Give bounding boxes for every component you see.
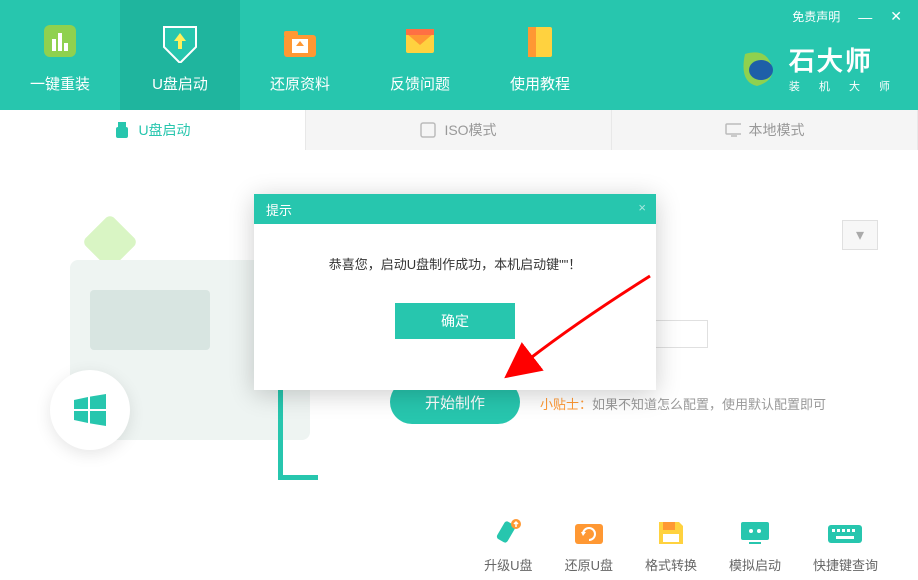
nav-usb-boot[interactable]: U盘启动 bbox=[120, 0, 240, 110]
footer-format-convert[interactable]: 格式转换 bbox=[645, 517, 697, 574]
modal-dialog: 提示 × 恭喜您，启动U盘制作成功，本机启动键""！ 确定 bbox=[254, 194, 656, 390]
modal-close-button[interactable]: × bbox=[638, 200, 646, 215]
tab-usb-boot[interactable]: U盘启动 bbox=[0, 110, 306, 150]
minimize-button[interactable]: — bbox=[858, 9, 872, 25]
book-icon bbox=[516, 17, 564, 65]
keyboard-icon bbox=[826, 517, 864, 549]
modal-message: 恭喜您，启动U盘制作成功，本机启动键""！ bbox=[274, 254, 636, 273]
window-controls: 免责声明 — ✕ bbox=[776, 0, 918, 33]
brand-text: 石大师 装 机 大 师 bbox=[789, 41, 898, 94]
input-field[interactable] bbox=[648, 320, 708, 348]
tabs: U盘启动 ISO模式 本地模式 bbox=[0, 110, 918, 150]
windows-badge bbox=[50, 370, 130, 450]
save-icon bbox=[652, 517, 690, 549]
tip-label: 小贴士： bbox=[540, 397, 592, 412]
dropdown-chevron-icon[interactable]: ▾ bbox=[842, 220, 878, 250]
disclaimer-link[interactable]: 免责声明 bbox=[792, 8, 840, 25]
tab-label: U盘启动 bbox=[138, 120, 190, 140]
modal-ok-label: 确定 bbox=[441, 311, 469, 331]
modal-body: 恭喜您，启动U盘制作成功，本机启动键""！ 确定 bbox=[254, 224, 656, 369]
tab-local-mode[interactable]: 本地模式 bbox=[612, 110, 918, 150]
nav-label: U盘启动 bbox=[152, 73, 208, 94]
tab-iso-mode[interactable]: ISO模式 bbox=[306, 110, 612, 150]
footer-simulate-boot[interactable]: 模拟启动 bbox=[729, 517, 781, 574]
footer-label: 升级U盘 bbox=[484, 555, 532, 574]
tab-label: ISO模式 bbox=[444, 120, 496, 140]
nav-label: 使用教程 bbox=[510, 73, 570, 94]
footer-upgrade-usb[interactable]: 升级U盘 bbox=[484, 517, 532, 574]
iso-icon bbox=[420, 122, 436, 138]
tip-text: 如果不知道怎么配置，使用默认配置即可 bbox=[592, 397, 826, 412]
usb-icon bbox=[114, 122, 130, 138]
usb-upgrade-icon bbox=[489, 517, 527, 549]
shield-usb-icon bbox=[156, 17, 204, 65]
close-button[interactable]: ✕ bbox=[890, 8, 902, 25]
footer: 升级U盘 还原U盘 格式转换 模拟启动 快捷键查询 bbox=[0, 510, 918, 580]
header: 一键重装 U盘启动 还原资料 反馈问题 使用教程 bbox=[0, 0, 918, 110]
nav-reinstall[interactable]: 一键重装 bbox=[0, 0, 120, 110]
footer-label: 还原U盘 bbox=[565, 555, 613, 574]
restore-icon bbox=[570, 517, 608, 549]
nav: 一键重装 U盘启动 还原资料 反馈问题 使用教程 bbox=[0, 0, 600, 110]
header-right: 免责声明 — ✕ 石大师 装 机 大 师 bbox=[735, 0, 918, 94]
modal-title: 提示 bbox=[266, 200, 292, 219]
brand-subtitle: 装 机 大 师 bbox=[789, 78, 898, 94]
tip: 小贴士：如果不知道怎么配置，使用默认配置即可 bbox=[540, 394, 826, 413]
nav-restore[interactable]: 还原资料 bbox=[240, 0, 360, 110]
mail-icon bbox=[396, 17, 444, 65]
start-button-label: 开始制作 bbox=[425, 392, 485, 413]
nav-label: 还原资料 bbox=[270, 73, 330, 94]
footer-label: 快捷键查询 bbox=[813, 555, 878, 574]
modal-ok-button[interactable]: 确定 bbox=[395, 303, 515, 339]
footer-label: 模拟启动 bbox=[729, 555, 781, 574]
nav-tutorial[interactable]: 使用教程 bbox=[480, 0, 600, 110]
brand-title: 石大师 bbox=[789, 41, 898, 78]
brand: 石大师 装 机 大 师 bbox=[735, 41, 918, 94]
modal-header: 提示 × bbox=[254, 194, 656, 224]
bar-chart-icon bbox=[36, 17, 84, 65]
nav-feedback[interactable]: 反馈问题 bbox=[360, 0, 480, 110]
footer-label: 格式转换 bbox=[645, 555, 697, 574]
brand-logo-icon bbox=[735, 46, 779, 90]
nav-label: 反馈问题 bbox=[390, 73, 450, 94]
monitor-icon bbox=[725, 122, 741, 138]
footer-hotkey-query[interactable]: 快捷键查询 bbox=[813, 517, 878, 574]
simulate-icon bbox=[736, 517, 774, 549]
footer-restore-usb[interactable]: 还原U盘 bbox=[565, 517, 613, 574]
tab-label: 本地模式 bbox=[749, 120, 805, 140]
nav-label: 一键重装 bbox=[30, 73, 90, 94]
upload-folder-icon bbox=[276, 17, 324, 65]
